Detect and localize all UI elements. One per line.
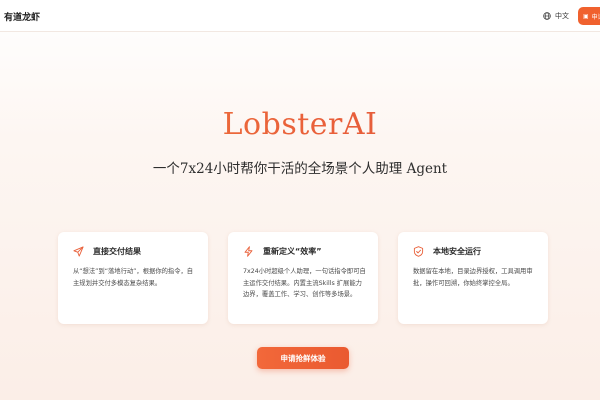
ticket-icon: ▣: [583, 12, 589, 20]
globe-icon: [543, 12, 551, 20]
hero-subtitle: 一个7x24小时帮你干活的全场景个人助理 Agent: [152, 161, 448, 177]
cta-label: 申请抢鲜体验: [280, 353, 326, 363]
feature-title: 直接交付结果: [93, 247, 141, 256]
language-switcher[interactable]: 中文: [543, 11, 569, 21]
feature-card-efficiency: 重新定义“效率” 7x24小时超级个人助理，一句话指令即可自主运作交付结果。内置…: [228, 232, 378, 324]
send-icon: [73, 246, 84, 257]
feature-description: 7x24小时超级个人助理，一句话指令即可自主运作交付结果。内置主流Skills …: [243, 268, 366, 298]
shield-icon: [413, 246, 424, 257]
brand-name: 有道龙虾: [4, 13, 41, 23]
language-label: 中文: [555, 12, 569, 20]
apply-experience-button[interactable]: 申请抢鲜体验: [257, 347, 349, 369]
feature-card-delivery: 直接交付结果 从“想法”到“落地行动”，根据你的指令，自主规划并交付多模态复杂结…: [58, 232, 208, 324]
feature-description: 从“想法”到“落地行动”，根据你的指令，自主规划并交付多模态复杂结果。: [73, 268, 194, 287]
feature-description: 数据留在本地，目录边界授权，工具调用审批，操作可回溯，你始终掌控全局。: [413, 268, 533, 287]
feature-title: 重新定义“效率”: [263, 247, 322, 256]
lightning-icon: [244, 246, 253, 257]
feature-card-security: 本地安全运行 数据留在本地，目录边界授权，工具调用审批，操作可回溯，你始终掌控全…: [398, 232, 548, 324]
feature-title: 本地安全运行: [433, 247, 481, 256]
brand-logo[interactable]: 有道龙虾: [0, 10, 40, 23]
apply-top-button[interactable]: ▣ 申请: [578, 7, 600, 25]
hero-title: LobsterAI: [0, 107, 600, 142]
apply-top-label: 申请: [591, 13, 600, 21]
top-bar: 有道龙虾 中文 ▣ 申请: [0, 0, 600, 32]
